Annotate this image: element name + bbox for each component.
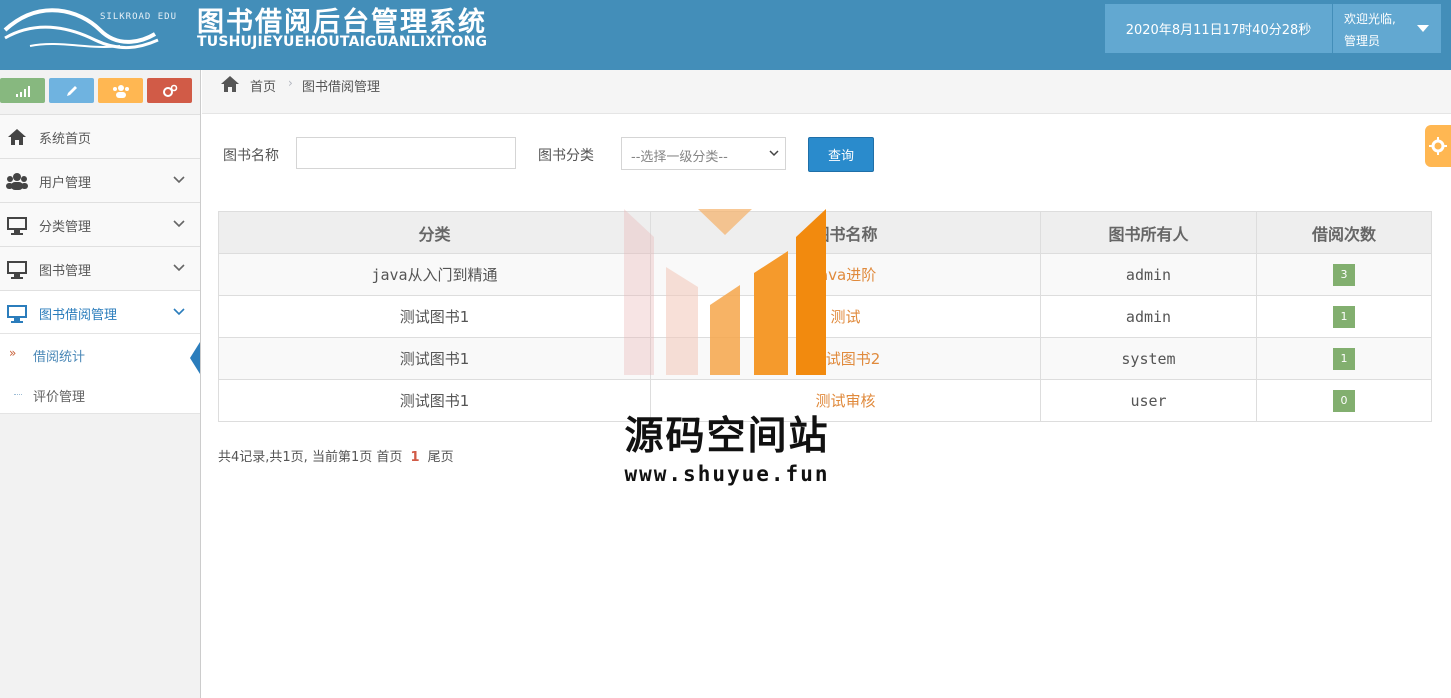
welcome-text: 欢迎光临,	[1344, 12, 1396, 26]
sidebar-subitem-label: 评价管理	[33, 390, 86, 405]
column-header-category: 分类	[218, 211, 651, 254]
sidebar-submenu: » 借阅统计 评价管理	[0, 333, 200, 414]
shortcut-cogs-button[interactable]	[147, 78, 192, 103]
sidebar-item-label: 图书借阅管理	[39, 308, 118, 323]
breadcrumb-current: 图书借阅管理	[302, 80, 381, 95]
cell-borrow-count: 1	[1256, 295, 1432, 338]
category-select-value: --选择一级分类--	[631, 150, 728, 165]
sidebar-subitem-borrow-stats[interactable]: » 借阅统计	[0, 334, 200, 374]
sidebar-item-label: 图书管理	[39, 264, 92, 279]
breadcrumb: 首页 › 图书借阅管理	[202, 70, 1451, 114]
column-header-owner: 图书所有人	[1040, 211, 1257, 254]
breadcrumb-home-link[interactable]: 首页	[250, 76, 276, 95]
cell-owner: admin	[1040, 253, 1257, 296]
current-datetime: 2020年8月11日17时40分28秒	[1105, 4, 1332, 53]
shortcut-users-button[interactable]	[98, 78, 143, 103]
home-icon	[221, 76, 239, 92]
sidebar-item-label: 用户管理	[39, 176, 92, 191]
watermark-text: 源码空间站	[624, 414, 830, 459]
shortcut-pencil-button[interactable]	[49, 78, 94, 103]
sidebar-subitem-label: 借阅统计	[33, 350, 86, 365]
pagination-current-page[interactable]: 1	[410, 450, 419, 465]
username: 管理员	[1344, 34, 1381, 48]
users-icon	[6, 173, 28, 190]
pagination: 共4记录,共1页, 当前第1页 首页 1 尾页	[218, 446, 454, 465]
home-icon	[8, 129, 26, 145]
brand-small-text: SILKROAD EDU	[100, 12, 178, 22]
pencil-icon	[66, 85, 77, 96]
count-badge: 3	[1333, 263, 1355, 286]
cell-category: 测试图书1	[218, 295, 651, 338]
count-badge: 1	[1333, 305, 1355, 328]
sidebar-subitem-reviews[interactable]: 评价管理	[0, 374, 200, 414]
cogs-icon	[162, 84, 177, 97]
gear-icon	[1429, 137, 1447, 155]
pagination-last-link[interactable]: 尾页	[428, 450, 454, 465]
settings-toggle[interactable]	[1425, 125, 1451, 167]
count-badge: 0	[1333, 389, 1355, 412]
pagination-summary: 共4记录,共1页, 当前第1页 首页	[218, 450, 403, 465]
system-title-pinyin: TUSHUJIEYUEHOUTAIGUANLIXITONG	[197, 34, 488, 50]
shortcut-signal-button[interactable]	[0, 78, 45, 103]
sidebar-item-label: 系统首页	[39, 132, 92, 147]
desktop-icon	[7, 217, 27, 235]
top-navbar: SILKROAD EDU 图书借阅后台管理系统 TUSHUJIEYUEHOUTA…	[0, 0, 1451, 70]
cell-owner: user	[1040, 379, 1257, 422]
query-button[interactable]: 查询	[808, 137, 874, 172]
watermark-url: www.shuyue.fun	[624, 462, 830, 486]
desktop-icon	[7, 305, 27, 323]
cell-category: java从入门到精通	[218, 253, 651, 296]
chevron-down-icon	[173, 308, 185, 316]
sidebar-shortcuts	[0, 70, 200, 114]
sidebar-item-home[interactable]: 系统首页	[0, 114, 200, 158]
cell-borrow-count: 1	[1256, 337, 1432, 380]
double-angle-right-icon: »	[9, 346, 17, 360]
chevron-down-icon	[769, 150, 779, 157]
desktop-icon	[7, 261, 27, 279]
silkroad-logo	[3, 8, 159, 50]
book-name-label: 图书名称	[223, 148, 279, 164]
sidebar-item-books[interactable]: 图书管理	[0, 246, 200, 290]
book-category-label: 图书分类	[538, 148, 594, 164]
cell-owner: system	[1040, 337, 1257, 380]
cell-borrow-count: 3	[1256, 253, 1432, 296]
sidebar-item-users[interactable]: 用户管理	[0, 158, 200, 202]
book-category-select[interactable]: --选择一级分类--	[621, 137, 786, 170]
signal-icon	[15, 85, 30, 97]
breadcrumb-separator: ›	[288, 76, 293, 90]
sidebar-item-categories[interactable]: 分类管理	[0, 202, 200, 246]
cell-owner: admin	[1040, 295, 1257, 338]
user-menu[interactable]: 欢迎光临, 管理员	[1333, 4, 1441, 53]
cell-borrow-count: 0	[1256, 379, 1432, 422]
caret-down-icon	[1417, 25, 1429, 32]
sidebar: 系统首页 用户管理 分类管理 图书管理 图书借阅管理 » 借阅统计 评价管理	[0, 70, 201, 698]
chevron-down-icon	[173, 264, 185, 272]
active-marker-icon	[190, 342, 200, 374]
tree-dash-icon	[14, 394, 22, 395]
book-name-input[interactable]	[296, 137, 516, 169]
chevron-down-icon	[173, 220, 185, 228]
book-link[interactable]: 测试	[830, 308, 860, 326]
column-header-borrow-count: 借阅次数	[1256, 211, 1432, 254]
sidebar-item-borrow-management[interactable]: 图书借阅管理	[0, 290, 200, 334]
watermark-logo	[624, 209, 826, 375]
users-icon	[112, 84, 129, 98]
cell-category: 测试图书1	[218, 379, 651, 422]
sidebar-item-label: 分类管理	[39, 220, 92, 235]
cell-category: 测试图书1	[218, 337, 651, 380]
count-badge: 1	[1333, 347, 1355, 370]
chevron-down-icon	[173, 176, 185, 184]
